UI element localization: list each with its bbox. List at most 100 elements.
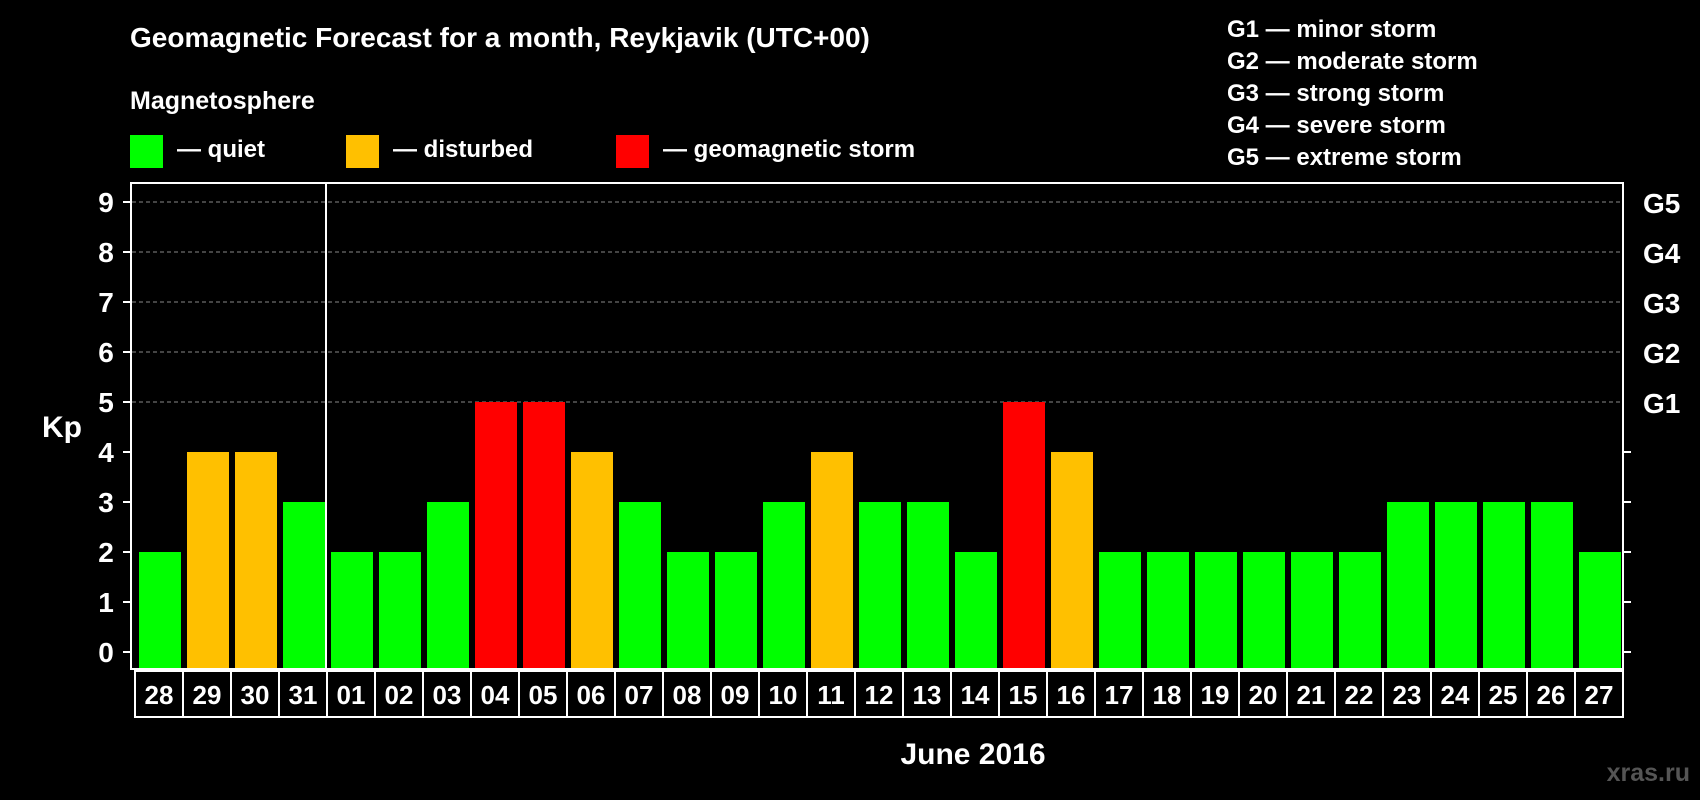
bar-18: [1147, 552, 1189, 668]
bar-08: [667, 552, 709, 668]
bar-09: [715, 552, 757, 668]
x-tick-label: 09: [721, 680, 750, 710]
bars-layer: [139, 184, 1621, 668]
legend-swatch-disturbed: [346, 135, 379, 168]
bar-02: [379, 552, 421, 668]
x-tick-label: 27: [1585, 680, 1614, 710]
bar-30: [235, 452, 277, 668]
y-tick-label: 3: [98, 487, 114, 518]
bar-07: [619, 502, 661, 668]
x-tick-label: 17: [1105, 680, 1134, 710]
bar-06: [571, 452, 613, 668]
bar-23: [1387, 502, 1429, 668]
x-tick-label: 01: [337, 680, 366, 710]
g-scale-item-g2: G2 — moderate storm: [1227, 48, 1478, 75]
x-tick-label: 29: [193, 680, 222, 710]
x-tick-label: 15: [1009, 680, 1038, 710]
bar-22: [1339, 552, 1381, 668]
bar-16: [1051, 452, 1093, 668]
bar-19: [1195, 552, 1237, 668]
x-tick-label: 06: [577, 680, 606, 710]
x-tick-label: 19: [1201, 680, 1230, 710]
bar-31: [283, 502, 325, 668]
bar-29: [187, 452, 229, 668]
bar-21: [1291, 552, 1333, 668]
g-scale-item-g5: G5 — extreme storm: [1227, 144, 1462, 171]
bar-24: [1435, 502, 1477, 668]
color-legend: — quiet — disturbed — geomagnetic storm: [130, 135, 915, 168]
y-tick-label: 4: [98, 437, 114, 468]
bar-17: [1099, 552, 1141, 668]
y-tick-label: 7: [98, 287, 114, 318]
chart-root: Geomagnetic Forecast for a month, Reykja…: [0, 0, 1700, 800]
bar-15: [1003, 402, 1045, 668]
y-tick-label: 8: [98, 237, 114, 268]
x-tick-label: 28: [145, 680, 174, 710]
x-tick-label: 13: [913, 680, 942, 710]
y-tick-label: 5: [98, 387, 114, 418]
right-axis-label-g3: G3: [1643, 288, 1680, 319]
x-tick-label: 23: [1393, 680, 1422, 710]
g-scale-item-g4: G4 — severe storm: [1227, 112, 1446, 139]
right-axis-label-g5: G5: [1643, 188, 1680, 219]
right-axis-label-g4: G4: [1643, 238, 1681, 269]
section-label: Magnetosphere: [130, 87, 315, 115]
x-tick-label: 10: [769, 680, 798, 710]
x-tick-label: 11: [817, 680, 845, 710]
x-tick-label: 25: [1489, 680, 1518, 710]
x-tick-label: 26: [1537, 680, 1566, 710]
bar-14: [955, 552, 997, 668]
x-axis-label: June 2016: [900, 738, 1045, 771]
legend-label-disturbed: — disturbed: [393, 136, 533, 163]
bar-26: [1531, 502, 1573, 668]
bar-05: [523, 402, 565, 668]
kp-forecast-chart: Geomagnetic Forecast for a month, Reykja…: [42, 16, 1690, 787]
bar-28: [139, 552, 181, 668]
right-axis-label-g2: G2: [1643, 338, 1680, 369]
x-tick-label: 03: [433, 680, 462, 710]
y-tick-label: 6: [98, 337, 114, 368]
y-tick-label: 1: [98, 587, 114, 618]
y-tick-label: 0: [98, 637, 114, 668]
y-tick-label: 2: [98, 537, 114, 568]
g-scale-item-g3: G3 — strong storm: [1227, 80, 1444, 107]
bar-20: [1243, 552, 1285, 668]
bar-01: [331, 552, 373, 668]
x-tick-label: 16: [1057, 680, 1086, 710]
x-axis: 28 29 30 31 01 02 03 04 05 06 07 08 09 10 11 12 13 14 15 16…: [134, 670, 1624, 718]
x-tick-label: 02: [385, 680, 414, 710]
right-axis: G1 G2 G3 G4 G5: [1623, 188, 1681, 653]
x-tick-label: 08: [673, 680, 702, 710]
bar-13: [907, 502, 949, 668]
g-scale-item-g1: G1 — minor storm: [1227, 16, 1436, 43]
g-scale-legend: G1 — minor storm G2 — moderate storm G3 …: [1227, 16, 1478, 171]
x-tick-label: 30: [241, 680, 270, 710]
x-tick-label: 12: [865, 680, 894, 710]
watermark: xras.ru: [1607, 759, 1690, 787]
y-axis: 0 1 2 3 4 5 6 7 8 9: [98, 187, 131, 668]
y-tick-label: 9: [98, 187, 114, 218]
y-axis-label: Kp: [42, 411, 82, 444]
bar-12: [859, 502, 901, 668]
right-axis-label-g1: G1: [1643, 388, 1680, 419]
x-tick-label: 04: [481, 680, 510, 710]
x-tick-label: 24: [1441, 680, 1470, 710]
x-tick-label: 14: [961, 680, 990, 710]
legend-swatch-storm: [616, 135, 649, 168]
grid-layer: [132, 201, 1622, 403]
x-tick-label: 21: [1297, 680, 1326, 710]
bar-25: [1483, 502, 1525, 668]
x-tick-label: 18: [1153, 680, 1182, 710]
x-tick-label: 31: [289, 680, 318, 710]
legend-label-quiet: — quiet: [177, 136, 265, 163]
legend-swatch-quiet: [130, 135, 163, 168]
x-tick-label: 07: [625, 680, 654, 710]
bar-10: [763, 502, 805, 668]
bar-27: [1579, 552, 1621, 668]
x-tick-label: 20: [1249, 680, 1278, 710]
bar-11: [811, 452, 853, 668]
legend-label-storm: — geomagnetic storm: [663, 136, 915, 163]
bar-04: [475, 402, 517, 668]
x-tick-label: 22: [1345, 680, 1374, 710]
x-tick-label: 05: [529, 680, 558, 710]
